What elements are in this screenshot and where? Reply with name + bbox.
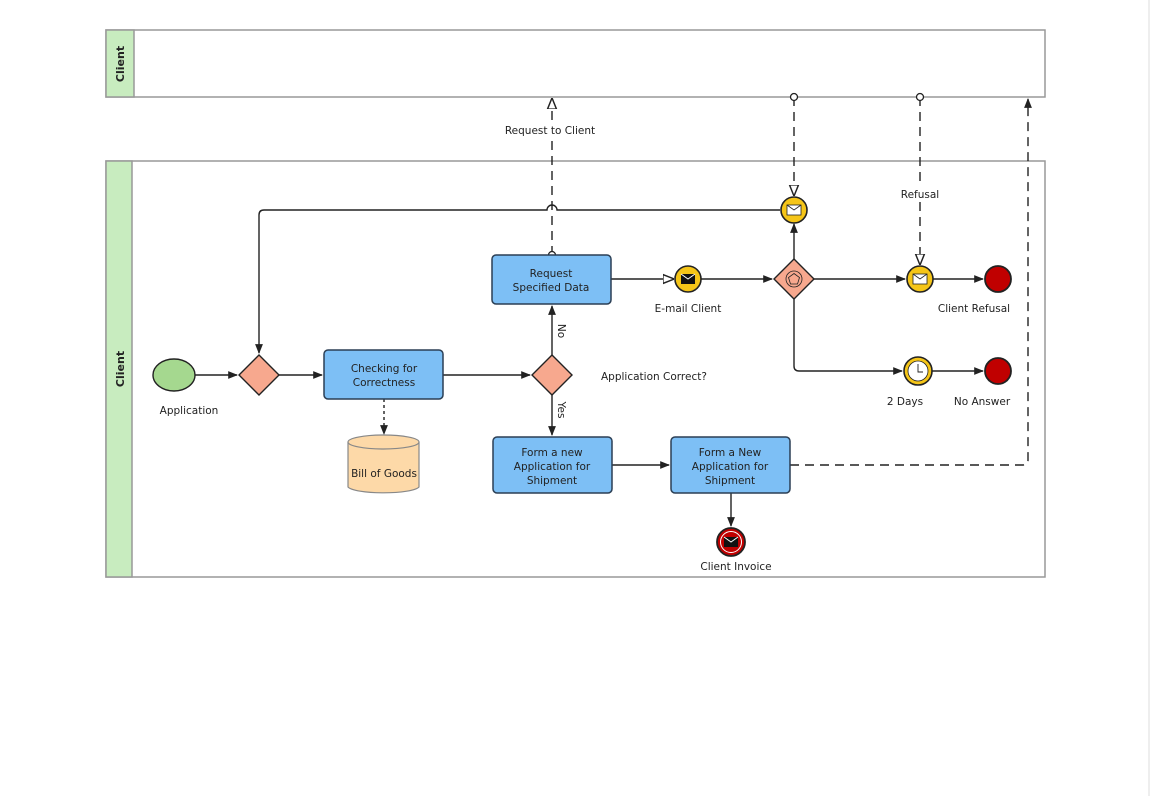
event-label: 2 Days [887,396,923,408]
task-label: Specified Data [513,282,590,294]
task-checking-correctness[interactable]: Checking for Correctness [323,349,444,400]
task-label: Shipment [527,475,577,487]
refusal-message-event[interactable] [906,265,934,293]
flow-label-refusal: Refusal [901,189,939,201]
task-label: Application for [514,461,591,473]
task-form-new-application[interactable]: Form a new Application for Shipment [492,436,613,494]
task-request-specified-data[interactable]: Request Specified Data [491,254,612,305]
task-label: Request [530,268,573,280]
task-label: Application for [692,461,769,473]
pool-label: Client [114,46,127,82]
flow-label-request-to-client: Request to Client [505,125,595,137]
task-label: Shipment [705,475,755,487]
data-store-label: Bill of Goods [351,468,417,480]
flow-label-yes: Yes [555,401,567,419]
task-label: Form a new [521,447,583,459]
task-form-new-application-2[interactable]: Form a New Application for Shipment [670,436,791,494]
event-label: Client Invoice [700,561,771,573]
event-label: No Answer [954,396,1011,408]
pool-top[interactable]: Client [105,29,1046,98]
bpmn-diagram: Client Client Request to Client Refusal … [0,0,1151,796]
task-label: Checking for [351,363,418,375]
start-event-label: Application [160,405,219,417]
flow-label-no: No [555,324,567,338]
data-store-bill-of-goods[interactable]: Bill of Goods [347,434,420,494]
pool-label: Client [114,351,127,387]
event-label: E-mail Client [655,303,722,315]
gateway-label: Application Correct? [601,371,707,383]
event-label: Client Refusal [938,303,1010,315]
message-catch-event[interactable] [780,196,808,224]
task-label: Correctness [353,377,415,389]
task-label: Form a New [699,447,762,459]
